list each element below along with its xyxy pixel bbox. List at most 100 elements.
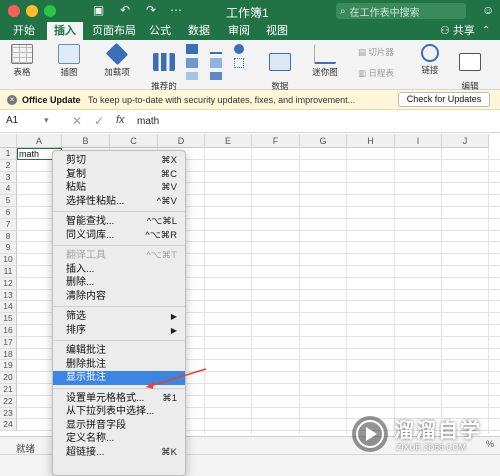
line-chart-icon: [210, 44, 222, 54]
tab-review[interactable]: 审阅: [224, 22, 254, 40]
zoom-window-button[interactable]: [44, 5, 56, 17]
ribbon-illustrations-button[interactable]: 插图: [56, 44, 82, 78]
menu-item-label: 插入...: [66, 263, 95, 275]
menu-item[interactable]: 粘贴 ⌘V: [53, 181, 185, 195]
link-globe-icon: [421, 44, 439, 62]
menu-shortcut: ⌘C: [160, 168, 177, 180]
ribbon-addins-label: 加载项: [104, 67, 130, 77]
row-header-21[interactable]: 21: [0, 384, 17, 396]
row-header-5[interactable]: 5: [0, 195, 17, 207]
row-header-11[interactable]: 11: [0, 266, 17, 278]
row-header-13[interactable]: 13: [0, 289, 17, 302]
menu-item[interactable]: 剪切 ⌘X: [53, 154, 185, 168]
menu-item[interactable]: 删除批注: [53, 358, 185, 372]
row-header-16[interactable]: 16: [0, 325, 17, 337]
row-header-24[interactable]: 24: [0, 419, 17, 432]
tab-home[interactable]: 开始: [8, 22, 40, 40]
row-header-6[interactable]: 6: [0, 207, 17, 219]
row-header-3[interactable]: 3: [0, 171, 17, 184]
menu-item[interactable]: 显示批注: [53, 371, 185, 385]
insert-function-icon[interactable]: fx: [116, 114, 125, 126]
row-header-1[interactable]: 1: [0, 148, 17, 160]
column-header-b[interactable]: B: [62, 134, 110, 148]
menu-item[interactable]: 排序 ▶: [53, 324, 185, 338]
collapse-ribbon-icon[interactable]: ⌃: [482, 22, 490, 40]
bar-chart-icon: [153, 53, 175, 71]
row-header-10[interactable]: 10: [0, 254, 17, 266]
row-header-22[interactable]: 22: [0, 395, 17, 408]
check-for-updates-button[interactable]: Check for Updates: [398, 92, 490, 107]
menu-item[interactable]: 插入...: [53, 263, 185, 277]
row-header-2[interactable]: 2: [0, 159, 17, 172]
row-header-23[interactable]: 23: [0, 407, 17, 420]
menu-item[interactable]: 定义名称...: [53, 432, 185, 446]
row-header-20[interactable]: 20: [0, 372, 17, 384]
row-header-7[interactable]: 7: [0, 218, 17, 231]
update-message: To keep up-to-date with security updates…: [88, 95, 356, 105]
tab-formulas[interactable]: 公式: [145, 22, 175, 40]
search-input[interactable]: ⌕ 在工作表中搜索: [336, 3, 466, 19]
ribbon-sparklines-button[interactable]: 迷你图: [308, 44, 342, 78]
column-header-c[interactable]: C: [110, 134, 158, 148]
row-header-9[interactable]: 9: [0, 242, 17, 255]
formula-input[interactable]: math: [137, 116, 159, 127]
submenu-arrow-icon: ▶: [170, 312, 177, 321]
ribbon-timeline-button[interactable]: ▥ 日程表: [358, 67, 394, 79]
column-header-a[interactable]: A: [17, 134, 62, 148]
ribbon-table-button[interactable]: 表格: [8, 44, 36, 78]
feedback-smiley-icon[interactable]: ☺: [482, 3, 494, 17]
menu-item[interactable]: 超链接... ⌘K: [53, 446, 185, 460]
column-header-h[interactable]: H: [347, 134, 395, 148]
close-icon[interactable]: ×: [7, 95, 17, 105]
menu-item[interactable]: 从下拉列表中选择...: [53, 405, 185, 419]
column-header-g[interactable]: G: [300, 134, 347, 148]
column-header-d[interactable]: D: [158, 134, 205, 148]
ribbon-link-button[interactable]: 链接: [418, 44, 442, 76]
menu-item[interactable]: 删除...: [53, 276, 185, 290]
select-all-corner[interactable]: [0, 134, 17, 148]
column-header-j[interactable]: J: [442, 134, 489, 148]
name-box[interactable]: A1: [6, 115, 18, 126]
row-header-17[interactable]: 17: [0, 336, 17, 349]
menu-item[interactable]: 智能查找... ^⌥⌘L: [53, 215, 185, 229]
ribbon-addins-button[interactable]: 加载项: [100, 42, 134, 78]
confirm-icon[interactable]: ✓: [94, 114, 104, 128]
menu-item[interactable]: 复制 ⌘C: [53, 168, 185, 182]
ribbon-slicer-button[interactable]: ▤ 切片器: [358, 46, 394, 58]
ribbon-chart-gallery[interactable]: [186, 42, 256, 82]
row-header-8[interactable]: 8: [0, 230, 17, 243]
row-header-4[interactable]: 4: [0, 183, 17, 196]
save-icon[interactable]: ▣: [93, 3, 104, 17]
menu-item[interactable]: 清除内容: [53, 290, 185, 304]
column-header-e[interactable]: E: [205, 134, 252, 148]
row-header-15[interactable]: 15: [0, 313, 17, 325]
menu-item[interactable]: 显示拼音字段: [53, 419, 185, 433]
menu-item-label: 设置单元格格式...: [66, 392, 145, 404]
row-header-19[interactable]: 19: [0, 360, 17, 373]
tab-data[interactable]: 数据: [184, 22, 214, 40]
share-button[interactable]: ⚇ 共享: [440, 22, 475, 40]
watermark-subtitle: ZIXUE.3D66.COM: [396, 442, 466, 452]
row-header-18[interactable]: 18: [0, 348, 17, 361]
close-window-button[interactable]: [8, 5, 20, 17]
menu-item[interactable]: 设置单元格格式... ⌘1: [53, 392, 185, 406]
menu-item[interactable]: 筛选 ▶: [53, 310, 185, 324]
ribbon-slicer-label: 切片器: [368, 47, 394, 57]
tab-view[interactable]: 视图: [262, 22, 292, 40]
office-update-bar: × Office Update To keep up-to-date with …: [0, 90, 500, 110]
redo-icon[interactable]: ↷: [146, 3, 156, 17]
row-header-14[interactable]: 14: [0, 301, 17, 314]
row-header-12[interactable]: 12: [0, 277, 17, 290]
cancel-icon[interactable]: ✕: [72, 114, 82, 128]
tab-insert[interactable]: 插入: [47, 22, 83, 40]
column-header-f[interactable]: F: [252, 134, 300, 148]
column-header-i[interactable]: I: [395, 134, 442, 148]
chevron-down-icon[interactable]: ▾: [44, 115, 49, 126]
more-icon[interactable]: ⋯: [170, 3, 182, 17]
minimize-window-button[interactable]: [26, 5, 38, 17]
tab-page-layout[interactable]: 页面布局: [89, 22, 139, 40]
undo-icon[interactable]: ↶: [120, 3, 130, 17]
menu-item[interactable]: 选择性粘贴... ^⌘V: [53, 195, 185, 209]
menu-item[interactable]: 同义词库... ^⌥⌘R: [53, 229, 185, 243]
menu-item[interactable]: 编辑批注: [53, 344, 185, 358]
